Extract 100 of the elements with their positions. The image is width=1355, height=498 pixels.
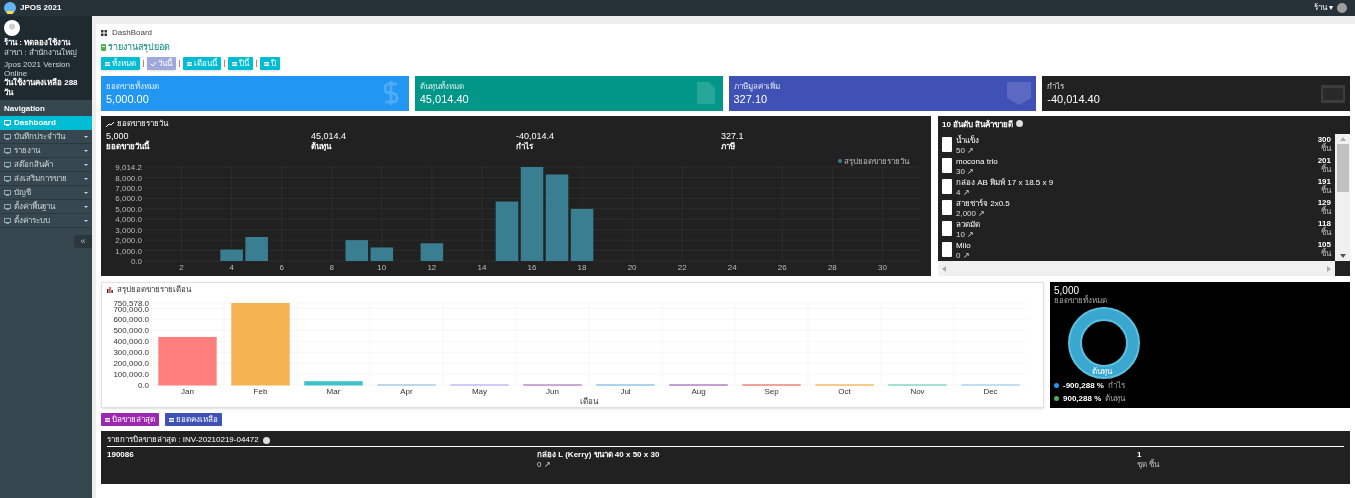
nav-item[interactable]: รายงาน	[0, 144, 92, 158]
list-icon	[264, 61, 269, 66]
sold-count: 201	[1317, 156, 1331, 165]
axis-label: 18	[577, 263, 587, 272]
axis-label: Aug	[691, 387, 706, 396]
bar	[420, 243, 444, 261]
unit-label: ชิ้น	[1321, 165, 1331, 174]
vertical-scrollbar[interactable]	[1335, 134, 1350, 261]
summary-value: 5,000	[1054, 285, 1080, 296]
shield-icon	[1006, 81, 1033, 105]
stat-value: 327.1	[721, 131, 744, 142]
stat-label: ยอดขายวันนี้	[106, 142, 149, 152]
product-name: น้ำแข็ง	[956, 134, 979, 146]
unit-label: ชิ้น	[1321, 249, 1331, 258]
axis-label: 400,000.0	[113, 337, 149, 347]
nav-item[interactable]: ตั้งค่าพื้นฐาน	[0, 200, 92, 214]
axis-label: 300,000.0	[113, 348, 149, 358]
branch-name: สาขา : สำนักงานใหญ่	[4, 48, 77, 58]
donut-drawing	[1068, 307, 1140, 379]
list-icon	[105, 417, 110, 422]
scroll-thumb[interactable]	[1336, 144, 1349, 192]
axis-label: 5,000.0	[115, 204, 142, 214]
axis-label: 10	[377, 263, 387, 272]
avatar-icon[interactable]	[1337, 3, 1347, 13]
bill-count: 1	[1137, 450, 1142, 460]
axis-label: 8	[329, 263, 334, 272]
right-arrow-icon[interactable]	[1327, 265, 1331, 272]
left-arrow-icon[interactable]	[942, 265, 946, 272]
list-icon	[169, 417, 174, 422]
panel-title: ยอดขายรายวัน	[117, 119, 168, 129]
action-button[interactable]: บิลขายล่าสุด	[101, 413, 159, 426]
legend-item: สรุปยอดขายรายวัน	[838, 157, 909, 166]
card-value: 45,014.40	[419, 91, 469, 106]
stat-label: กำไร	[516, 142, 533, 152]
nav-item[interactable]: บัญชี	[0, 186, 92, 200]
screen-icon	[4, 217, 11, 224]
sold-count: 118	[1318, 219, 1331, 228]
horizontal-scrollbar[interactable]	[938, 261, 1335, 276]
axis-label: 750,578.0	[113, 299, 149, 308]
screen-icon	[4, 175, 11, 182]
stat-value: -40,014.4	[516, 131, 555, 142]
stat-label: ต้นทุน	[311, 142, 331, 152]
unit-label: ชิ้น	[1321, 144, 1331, 153]
axis-label: 4,000.0	[115, 215, 142, 225]
ring-label: ต้นทุน	[1092, 367, 1112, 376]
sold-count: 129	[1317, 198, 1331, 207]
unit-label: ชิ้น	[1321, 207, 1331, 216]
avatar-icon	[4, 20, 20, 36]
legend-value: -900,288 %	[1063, 380, 1104, 391]
product-qty: 50 ↗	[956, 145, 975, 155]
version-text: Jpos 2021 Version Online	[4, 60, 71, 78]
nav-item[interactable]: ตั้งค่าระบบ	[0, 214, 92, 228]
bar-chart-icon	[107, 287, 113, 293]
axis-label: 8,000.0	[115, 173, 142, 183]
down-arrow-icon[interactable]	[1339, 254, 1346, 258]
product-thumbnail	[942, 178, 952, 194]
bar	[158, 336, 217, 385]
product-thumbnail	[942, 157, 952, 173]
axis-label: Oct	[838, 387, 851, 396]
product-qty: 10 ↗	[956, 229, 975, 239]
list-icon	[105, 61, 110, 66]
check-icon	[151, 61, 156, 66]
axis-label: 600,000.0	[113, 315, 149, 325]
sold-count: 105	[1317, 240, 1331, 249]
nav-item[interactable]: ส่งเสริมการขาย	[0, 172, 92, 186]
axis-label: 4	[229, 263, 234, 272]
breadcrumb: DashBoard	[112, 26, 153, 39]
nav-item[interactable]: สต๊อกสินค้า	[0, 158, 92, 172]
up-arrow-icon[interactable]	[1339, 137, 1346, 141]
card-label: กำไร	[1047, 81, 1065, 92]
axis-label: 24	[727, 263, 737, 272]
app-title: JPOS 2021	[20, 2, 62, 14]
axis-label: 30	[878, 263, 887, 272]
axis-label: 500,000.0	[113, 326, 149, 336]
axis-label: 12	[427, 263, 437, 272]
stat-value: 45,014.4	[311, 131, 347, 142]
screen-icon	[4, 161, 11, 168]
product-thumbnail	[942, 136, 952, 152]
card-value: -40,014.40	[1047, 91, 1100, 106]
axis-label: Apr	[400, 387, 413, 396]
axis-label: Sep	[764, 387, 779, 396]
nav-item[interactable]: บันทึกประจำวัน	[0, 130, 92, 144]
bar	[220, 249, 243, 261]
product-qty: 0 ↗	[956, 250, 970, 260]
card-value: 327.10	[733, 92, 768, 106]
user-menu[interactable]: ร้าน ▾	[1313, 2, 1333, 14]
axis-label: 22	[677, 263, 687, 272]
action-button[interactable]: ยอดคงเหลือ	[165, 413, 222, 426]
legend-label: กำไร	[1107, 380, 1125, 391]
panel-title: รายการบิลขายล่าสุด : INV-20210219-04472	[107, 435, 259, 445]
days-left-text: วันใช้งานคงเหลือ 288 วัน	[4, 78, 79, 98]
logo-icon	[4, 2, 16, 14]
collapse-button[interactable]: «	[74, 235, 92, 248]
card-value: 5,000.00	[106, 91, 149, 106]
trend-icon	[106, 121, 114, 127]
axis-label: 1,000.0	[115, 246, 142, 256]
axis-label: 100,000.0	[113, 370, 149, 380]
axis-label: 9,014.2	[115, 163, 142, 172]
product-name: กล่อง AB พิมพ์ 17 x 18.5 x 9	[956, 176, 1054, 188]
stat-label: ภาษี	[721, 142, 735, 152]
